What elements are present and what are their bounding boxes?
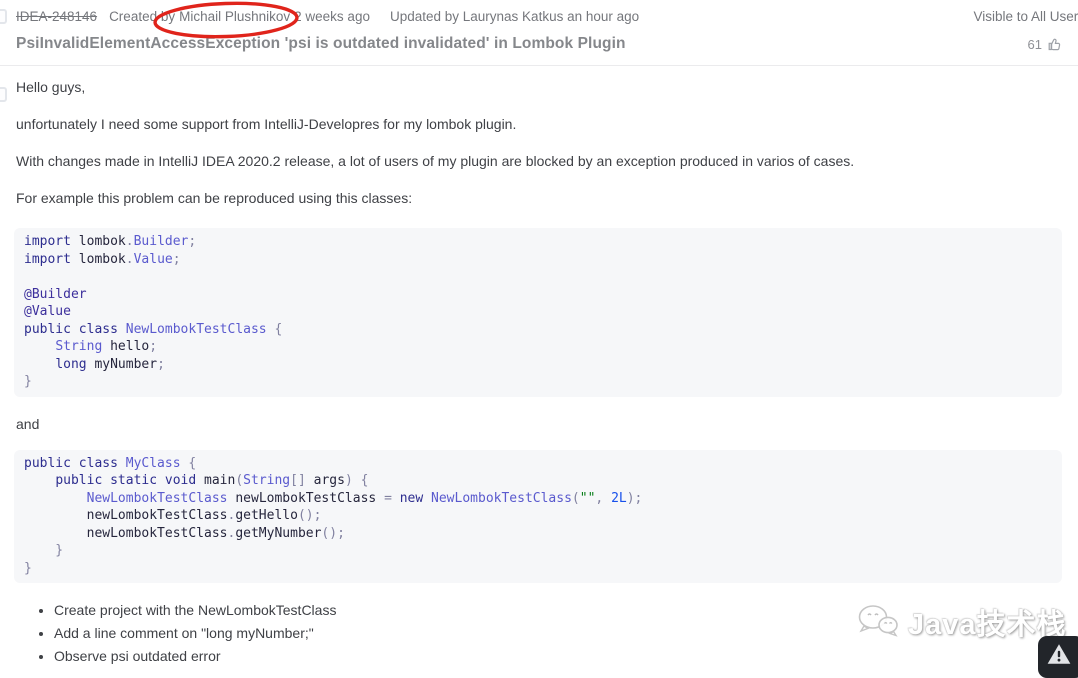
code-line: public class NewLombokTestClass { <box>24 321 283 337</box>
paragraph: and <box>16 415 40 432</box>
code-line: newLombokTestClass.getMyNumber(); <box>24 525 345 541</box>
issue-title: PsiInvalidElementAccessException 'psi is… <box>16 35 626 52</box>
code-line: } <box>24 560 32 576</box>
code-line: @Builder <box>24 286 87 302</box>
paragraph: unfortunately I need some support from I… <box>16 116 517 132</box>
code-block-lombok-class: import lombok.Builder; import lombok.Valu… <box>14 228 1062 397</box>
paragraph: For example this problem can be reproduc… <box>16 190 413 206</box>
paragraph: With changes made in IntelliJ IDEA 2020.… <box>16 153 855 169</box>
code-line: } <box>24 543 64 558</box>
created-by-prefix: Created by <box>109 9 176 24</box>
visibility-setting[interactable]: Visible to All Users <box>973 9 1078 24</box>
created-time: 2 weeks ago <box>294 9 370 24</box>
updated-by: Updated by Laurynas Katkus an hour ago <box>389 9 640 24</box>
list-item: Observe psi outdated error <box>54 649 1062 663</box>
code-line: @Value <box>24 304 71 319</box>
code-line: String hello; <box>55 339 158 354</box>
clipboard-icon <box>0 87 7 102</box>
issue-page: { "header": { "issue_id": "IDEA-248146",… <box>0 0 1078 678</box>
code-line: import lombok.Builder; <box>24 234 197 249</box>
code-line: newLombokTestClass.getHello(); <box>24 508 322 523</box>
code-line: public static void main(String[] args) { <box>55 473 369 488</box>
code-line: long myNumber; <box>55 356 165 372</box>
warning-triangle-icon <box>1047 644 1071 664</box>
created-by: Created by Michail Plushnikov 2 weeks ag… <box>109 9 370 24</box>
vote-count: 61 <box>1027 36 1042 52</box>
code-line: public class MyClass { <box>24 455 197 471</box>
code-line: } <box>24 374 32 389</box>
issue-id[interactable]: IDEA-248146 <box>16 9 97 24</box>
issue-meta-row: IDEA-248146 Created by Michail Plushniko… <box>0 0 1078 24</box>
thumbs-up-icon[interactable] <box>1046 36 1062 52</box>
vote-widget[interactable]: 61 <box>1028 36 1062 52</box>
warning-corner-button[interactable] <box>1038 636 1078 678</box>
code-line: import lombok.Value; <box>24 251 181 267</box>
created-by-name[interactable]: Michail Plushnikov <box>179 9 290 24</box>
issue-description: Hello guys, unfortunately I need some su… <box>0 66 1078 663</box>
code-line: NewLombokTestClass newLombokTestClass = … <box>86 490 643 506</box>
clipboard-icon <box>0 9 7 24</box>
wechat-chat-bubbles-icon <box>858 605 898 637</box>
watermark: Java技术栈 <box>856 601 1067 643</box>
paragraph: Hello guys, <box>16 79 86 95</box>
issue-title-row: PsiInvalidElementAccessException 'psi is… <box>0 24 1078 53</box>
code-block-main-class: public class MyClass { public static voi… <box>14 449 1062 583</box>
